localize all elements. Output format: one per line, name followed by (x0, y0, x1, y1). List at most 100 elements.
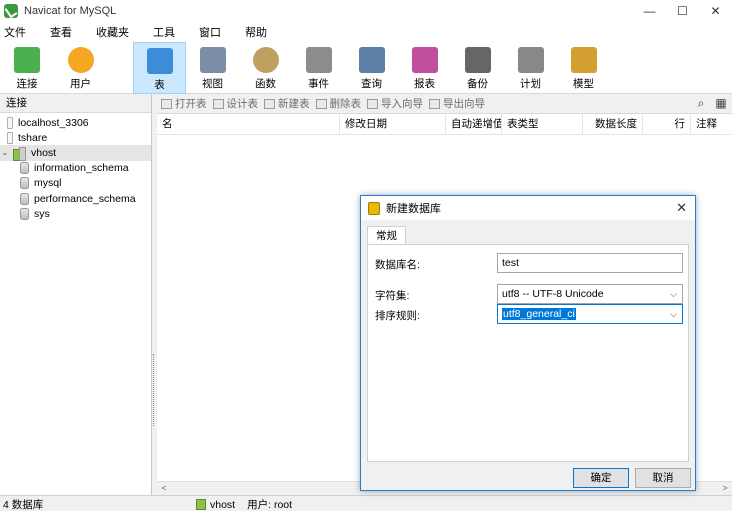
menu-favorites[interactable]: 收藏夹 (96, 24, 139, 40)
tree-item-database[interactable]: mysql (0, 176, 151, 191)
database-name-input[interactable]: test (497, 253, 683, 273)
table-icon (146, 48, 173, 74)
maximize-button[interactable]: ☐ (666, 0, 699, 22)
toolbar-label: 查询 (361, 78, 382, 90)
splitter-grip[interactable] (153, 354, 156, 426)
chevron-down-icon: ⌵ (670, 289, 677, 299)
report-icon (411, 47, 438, 73)
tree-item-database[interactable]: sys (0, 206, 151, 221)
database-icon (20, 177, 29, 190)
model-icon (570, 47, 597, 73)
cancel-button[interactable]: 取消 (635, 468, 691, 488)
chevron-down-icon[interactable]: ⌄ (0, 148, 10, 157)
tree-item-label: vhost (31, 146, 57, 159)
object-toolbar-right: ⌕ ▦ (688, 96, 728, 110)
tree-item-label: performance_schema (34, 192, 136, 205)
tab-general[interactable]: 常规 (367, 226, 406, 245)
connection-icon (14, 47, 40, 73)
tree-item-database[interactable]: information_schema (0, 161, 151, 176)
toolbar-function-button[interactable]: 函数 (239, 42, 292, 94)
toolbar-connection-button[interactable]: 连接 (0, 42, 54, 94)
toolbar-report-button[interactable]: 报表 (398, 42, 451, 94)
open-table-button[interactable]: 打开表 (161, 96, 207, 111)
database-icon (20, 207, 29, 220)
backup-icon (464, 47, 491, 73)
scroll-left-icon[interactable]: < (157, 482, 171, 495)
import-wizard-button[interactable]: 导入向导 (367, 96, 423, 111)
button-label: 导出向导 (443, 98, 485, 110)
charset-label: 字符集: (375, 290, 410, 302)
grid-view-icon[interactable]: ▦ (714, 96, 728, 110)
button-label: 导入向导 (381, 98, 423, 110)
toolbar-table-button[interactable]: 表 (133, 42, 186, 94)
toolbar-separator (107, 42, 133, 94)
column-header-data-length[interactable]: 数据长度 (583, 114, 643, 135)
column-header-table-type[interactable]: 表类型 (502, 114, 583, 135)
status-connection-name: vhost (210, 498, 236, 511)
toolbar-view-button[interactable]: 视图 (186, 42, 239, 94)
main-toolbar: 连接 用户 表 视图 函数 事件 查询 报表 备份 计划 模型 (0, 42, 732, 94)
button-label: 删除表 (329, 98, 362, 110)
user-icon (67, 47, 94, 73)
database-name-label: 数据库名: (375, 259, 420, 271)
menu-window[interactable]: 窗口 (199, 24, 231, 40)
open-table-icon (161, 98, 172, 109)
close-icon[interactable]: ✕ (676, 200, 687, 216)
collation-value: utf8_general_ci (502, 308, 576, 320)
connection-icon (196, 499, 206, 510)
new-table-button[interactable]: 新建表 (264, 96, 310, 111)
toolbar-label: 用户 (70, 78, 91, 90)
connections-panel: 连接 localhost_3306 tshare ⌄ vhost informa… (0, 94, 152, 495)
tree-item-connection[interactable]: localhost_3306 (0, 115, 151, 130)
tree-item-database[interactable]: performance_schema (0, 191, 151, 206)
toolbar-user-button[interactable]: 用户 (54, 42, 107, 94)
export-wizard-button[interactable]: 导出向导 (429, 96, 485, 111)
toolbar-schedule-button[interactable]: 计划 (504, 42, 557, 94)
toolbar-event-button[interactable]: 事件 (292, 42, 345, 94)
import-wizard-icon (367, 98, 378, 109)
toolbar-backup-button[interactable]: 备份 (451, 42, 504, 94)
toolbar-query-button[interactable]: 查询 (345, 42, 398, 94)
query-icon (358, 47, 385, 73)
navicat-logo-icon (4, 4, 18, 18)
tree-item-connection-open[interactable]: ⌄ vhost (0, 145, 151, 161)
database-icon (20, 192, 29, 205)
toolbar-model-button[interactable]: 模型 (557, 42, 610, 94)
collation-select[interactable]: utf8_general_ci ⌵ (497, 304, 683, 324)
column-header-name[interactable]: 名 (157, 114, 340, 135)
design-table-button[interactable]: 设计表 (212, 96, 258, 111)
design-table-icon (212, 98, 224, 109)
toolbar-label: 视图 (202, 78, 223, 90)
tree-item-label: tshare (18, 131, 48, 144)
status-bar: 4 数据库 vhost 用户: root (0, 495, 732, 511)
column-header-rows[interactable]: 行 (643, 114, 691, 135)
search-icon[interactable]: ⌕ (694, 96, 708, 110)
minimize-button[interactable]: — (633, 0, 666, 22)
column-header-auto-increment[interactable]: 自动递增值 (446, 114, 502, 135)
delete-table-button[interactable]: 删除表 (315, 96, 362, 111)
event-icon (305, 47, 332, 73)
object-toolbar: 打开表 设计表 新建表 删除表 导入向导 导出向导 ⌕ ▦ (157, 94, 732, 113)
toolbar-label: 事件 (308, 78, 329, 90)
toolbar-label: 模型 (573, 78, 594, 90)
tree-item-connection[interactable]: tshare (0, 130, 151, 145)
status-connection: vhost 用户: root (196, 497, 292, 511)
menu-help[interactable]: 帮助 (245, 24, 277, 40)
title-bar: Navicat for MySQL — ☐ ✕ (0, 0, 732, 22)
charset-select[interactable]: utf8 -- UTF-8 Unicode ⌵ (497, 284, 683, 304)
window-controls: — ☐ ✕ (633, 0, 732, 22)
export-wizard-icon (429, 98, 440, 109)
ok-button[interactable]: 确定 (573, 468, 629, 488)
menu-tools[interactable]: 工具 (153, 24, 185, 40)
column-headers: 名 修改日期 自动递增值 表类型 数据长度 行 注释 (157, 114, 732, 135)
delete-table-icon (315, 98, 327, 109)
toolbar-label: 函数 (255, 78, 276, 90)
scroll-right-icon[interactable]: > (718, 482, 732, 495)
menu-file[interactable]: 文件 (4, 24, 36, 40)
column-header-modified[interactable]: 修改日期 (340, 114, 446, 135)
menu-bar: 文件 查看 收藏夹 工具 窗口 帮助 (0, 22, 732, 42)
close-button[interactable]: ✕ (699, 0, 732, 22)
menu-view[interactable]: 查看 (50, 24, 82, 40)
window-title: Navicat for MySQL (24, 5, 117, 17)
column-header-comment[interactable]: 注释 (691, 114, 732, 135)
